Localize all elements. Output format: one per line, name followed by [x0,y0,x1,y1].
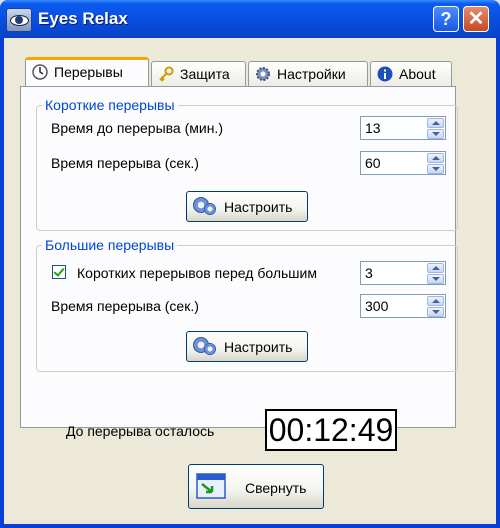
long-break-duration-value[interactable]: 300 [365,298,388,314]
time-until-break-value[interactable]: 13 [365,120,381,136]
spin-up-button[interactable] [427,118,444,128]
long-break-duration-stepper[interactable]: 300 [360,294,446,318]
info-icon [377,66,393,82]
spin-down-button[interactable] [427,274,444,284]
eye-icon [6,8,32,32]
short-breaks-count-value[interactable]: 3 [365,265,373,281]
tab-label: Настройки [277,66,346,82]
configure-long-button[interactable]: Настроить [186,331,308,362]
short-break-duration-stepper[interactable]: 60 [360,151,446,175]
short-breaks-before-long-checkbox[interactable] [52,265,66,279]
spin-down-button[interactable] [427,307,444,317]
spin-up-button[interactable] [427,153,444,163]
tab-label: Защита [180,66,230,82]
spin-up-button[interactable] [427,296,444,306]
short-break-duration-label: Время перерыва (сек.) [51,155,199,171]
tab-settings[interactable]: Настройки [248,61,368,87]
close-button[interactable]: ✕ [463,6,489,32]
title-bar[interactable]: Eyes Relax ? ✕ [0,0,500,38]
configure-label: Настроить [224,339,293,355]
key-icon [159,66,174,82]
spin-down-button[interactable] [427,129,444,139]
clock-icon [32,64,48,80]
help-button[interactable]: ? [433,6,459,32]
countdown-timer: 00:12:49 [265,409,397,451]
app-window: Eyes Relax ? ✕ Перерывы Защита Настройки [0,0,500,528]
short-breaks-before-long-label[interactable]: Коротких перерывов перед большим [77,265,317,281]
tab-protection[interactable]: Защита [151,61,246,87]
time-remaining-label: До перерыва осталось [66,423,215,439]
tab-label: About [399,66,436,82]
gear-icon [256,67,270,81]
minimize-button[interactable]: Свернуть [188,464,324,509]
tab-breaks[interactable]: Перерывы [25,57,149,87]
long-break-duration-label: Время перерыва (сек.) [51,298,199,314]
short-break-duration-value[interactable]: 60 [365,155,381,171]
configure-short-button[interactable]: Настроить [186,191,308,222]
short-breaks-count-stepper[interactable]: 3 [360,261,446,285]
window-title: Eyes Relax [38,9,128,28]
time-until-break-label: Время до перерыва (мин.) [51,120,223,136]
minimize-label: Свернуть [245,480,307,496]
spin-down-button[interactable] [427,164,444,174]
long-breaks-title: Большие перерывы [42,237,178,253]
short-breaks-title: Короткие перерывы [42,97,178,113]
spin-up-button[interactable] [427,263,444,273]
time-until-break-stepper[interactable]: 13 [360,116,446,140]
minimize-window-icon [196,473,226,499]
configure-label: Настроить [224,199,293,215]
tab-label: Перерывы [54,64,123,80]
tab-about[interactable]: About [370,61,452,87]
